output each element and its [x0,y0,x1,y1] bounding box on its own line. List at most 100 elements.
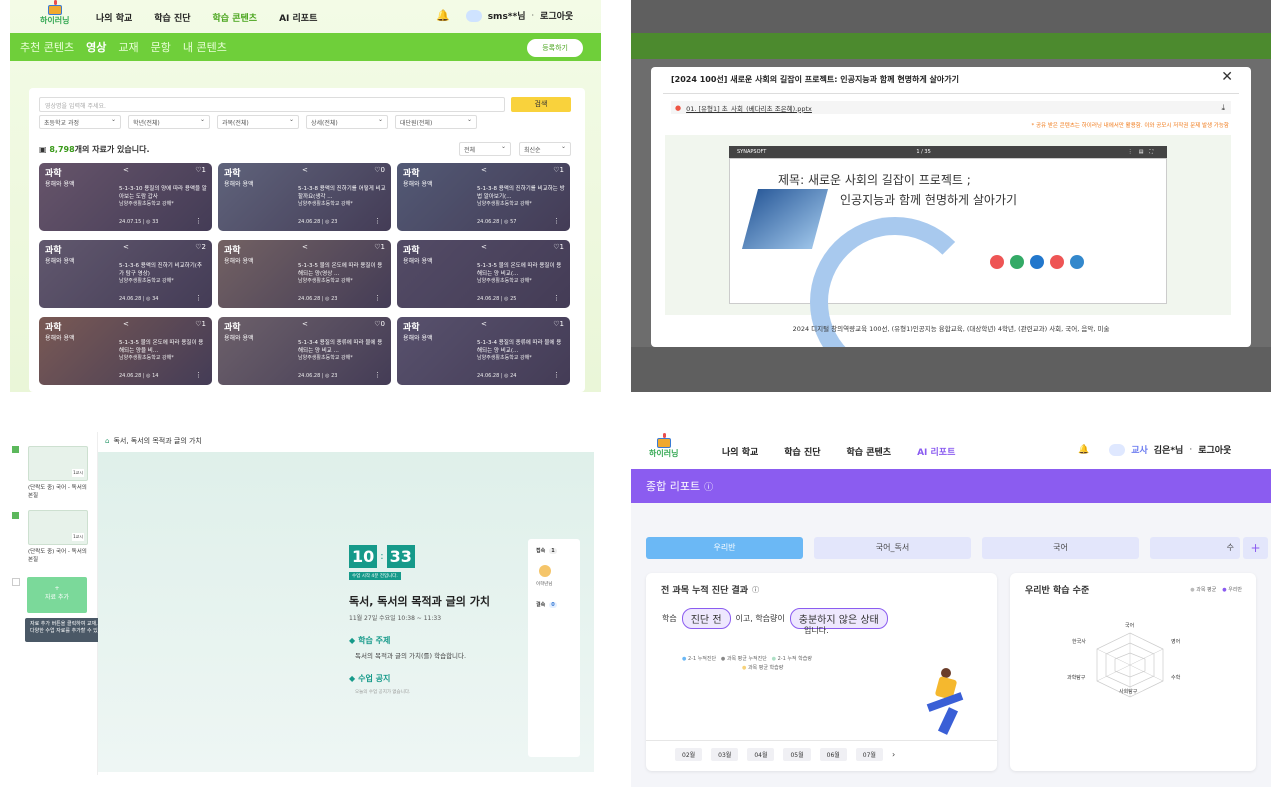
report-banner: 종합 리포트 ⓘ [631,469,1271,503]
close-icon[interactable]: ✕ [1221,69,1233,85]
like-count[interactable]: ♡2 [195,243,206,251]
filter-grade[interactable]: 학년(전체) [128,115,210,129]
sort-order[interactable]: 최신순 [519,142,571,156]
search-input[interactable]: 영상명을 입력해 주세요. [39,97,505,112]
like-count[interactable]: ♡0 [374,166,385,174]
more-icon[interactable]: ⋮ [553,217,560,225]
more-icon[interactable]: ⋮ [553,294,560,302]
info-icon[interactable]: ⓘ [752,585,759,595]
add-tab-button[interactable]: + [1243,537,1268,559]
file-link[interactable]: 01. [유형1] 초_사회_(베다리초 조은혜).pptx [686,103,812,113]
video-card[interactable]: 과학 용해와 용액 < ♡1 5-1-3-10 용질의 양에 따라 용액을 알아보는 도… [39,163,212,231]
more-icon[interactable]: ⋮ [195,294,202,302]
like-count[interactable]: ♡1 [553,243,564,251]
more-icon[interactable]: ⋮ [374,217,381,225]
topic-icon: ◆ [349,636,356,645]
more-icon[interactable]: ⋮ [553,371,560,379]
info-icon[interactable]: ⓘ [704,480,713,493]
tab-korean[interactable]: 국어 [982,537,1139,559]
nav-ai-report[interactable]: AI 리포트 [917,445,955,458]
chevron-right-icon[interactable]: › [892,750,895,759]
video-card[interactable]: 과학 용해와 용액 < ♡1 5-1-3-8 용액의 진하기를 비교하는 방법 알아보기… [397,163,570,231]
home-icon[interactable]: ⌂ [105,437,109,445]
material-thumb[interactable]: 1교시 [28,510,88,545]
like-count[interactable]: ♡1 [553,166,564,174]
share-icon[interactable]: < [123,166,129,174]
nav-contents[interactable]: 학습 콘텐츠 [213,11,258,24]
tab-questions[interactable]: 문항 [151,39,171,55]
user-name: 김은*님 [1153,446,1184,456]
nav-my-school[interactable]: 나의 학교 [96,11,132,24]
slide: 제목: 새로운 사회의 길잡이 프로젝트 ; 인공지능과 함께 현명하게 살아가… [729,158,1167,387]
video-card[interactable]: 과학 용해와 용액 < ♡0 5-1-3-4 용질의 종류에 따라 물에 용해되는 양 … [218,317,391,385]
like-count[interactable]: ♡1 [195,166,206,174]
share-icon[interactable]: < [302,166,308,174]
card-school: 남양주생활초등학교 강해* [477,278,532,284]
plus-icon: + [54,585,60,592]
checkbox-icon[interactable] [12,578,20,586]
more-icon[interactable]: ⋮ [195,217,202,225]
like-count[interactable]: ♡0 [374,320,385,328]
nav-ai-report[interactable]: AI 리포트 [279,11,317,24]
tab-korean-reading[interactable]: 국어_독서 [814,537,971,559]
checkbox-icon[interactable] [12,512,19,519]
share-icon[interactable]: < [302,243,308,251]
more-icon[interactable]: ⋮ [195,371,202,379]
filter-detail[interactable]: 상세(전체) [306,115,388,129]
bell-icon[interactable]: 🔔 [1078,445,1089,455]
tab-video[interactable]: 영상 [86,39,106,55]
month-selector: 02월 03월 04월 05월 06월 07월 › [675,748,895,761]
bell-icon[interactable]: 🔔 [436,9,450,22]
logo[interactable]: 하이러닝 [649,433,678,459]
more-icon[interactable]: ⋮ [374,371,381,379]
tab-my-contents[interactable]: 내 콘텐츠 [183,39,227,55]
people-graphic [990,255,1100,269]
more-icon[interactable]: ⋮ [374,294,381,302]
cumulative-result-card: 전 과목 누적 진단 결과 ⓘ 학습 진단 전 이고, 학습량이 충분하지 않은 … [646,573,997,771]
video-card[interactable]: 과학 용해와 용액 < ♡1 5-1-3-5 물의 온도에 따라 용질이 용해되는 양(… [218,240,391,308]
nav-diagnosis[interactable]: 학습 진단 [784,445,820,458]
tab-math[interactable]: 수 [1150,537,1240,559]
register-button[interactable]: 등록하기 [527,39,583,57]
share-icon[interactable]: < [302,320,308,328]
video-card[interactable]: 과학 용해와 용액 < ♡0 5-1-3-8 용액의 진하기를 어떻게 비교할까요(생각… [218,163,391,231]
checkbox-icon[interactable] [12,446,19,453]
material-thumb[interactable]: 1교시 [28,446,88,481]
share-icon[interactable]: < [123,320,129,328]
logout-link[interactable]: 로그아웃 [1198,443,1231,456]
video-card[interactable]: 과학 용해와 용액 < ♡2 5-1-3-6 용액의 진하기 비교하기(추가 탐구 영상… [39,240,212,308]
video-card[interactable]: 과학 용해와 용액 < ♡1 5-1-3-5 물의 온도에 따라 용질이 용해되는 양을… [39,317,212,385]
tab-textbook[interactable]: 교재 [118,39,138,55]
video-card[interactable]: 과학 용해와 용액 < ♡1 5-1-3-4 용질의 종류에 따라 물에 용해되는 양 … [397,317,570,385]
tab-recommended[interactable]: 추천 콘텐츠 [20,39,74,55]
share-icon[interactable]: < [123,243,129,251]
share-icon[interactable]: < [481,243,487,251]
filter-course[interactable]: 초등학교 과정 [39,115,121,129]
card-subject: 과학 [224,169,241,179]
radar-label: 과학탐구 [1067,675,1086,681]
like-count[interactable]: ♡1 [553,320,564,328]
nav-diagnosis[interactable]: 학습 진단 [154,11,190,24]
dimmed-header [631,0,1271,33]
viewer-tools-icon[interactable]: ⋮▤⛶ [1128,149,1159,155]
logout-link[interactable]: 로그아웃 [540,9,573,22]
sort-filter[interactable]: 전체 [459,142,511,156]
nav-contents[interactable]: 학습 콘텐츠 [847,445,892,458]
notice-body: 오늘의 수업 공지가 없습니다. [355,690,411,695]
like-count[interactable]: ♡1 [195,320,206,328]
logo[interactable]: 하이러닝 [40,0,69,26]
video-card[interactable]: 과학 용해와 용액 < ♡1 5-1-3-5 물의 온도에 따라 용질이 용해되는 양 … [397,240,570,308]
viewer-toolbar: SYNAPSOFT 1 / 35 ⋮▤⛶ [729,146,1167,158]
share-icon[interactable]: < [481,320,487,328]
tab-our-class[interactable]: 우리반 [646,537,803,559]
radar-label: 한국사 [1072,639,1086,645]
nav-my-school[interactable]: 나의 학교 [722,445,758,458]
download-icon[interactable]: ⤓ [1221,103,1225,113]
search-button[interactable]: 검색 [511,97,571,112]
filter-unit[interactable]: 대단원(전체) [395,115,477,129]
add-material-button[interactable]: + 자료 추가 [27,577,87,613]
share-icon[interactable]: < [481,166,487,174]
filter-subject[interactable]: 과목(전체) [217,115,299,129]
like-count[interactable]: ♡1 [374,243,385,251]
role-badge: 교사 [1131,446,1148,456]
